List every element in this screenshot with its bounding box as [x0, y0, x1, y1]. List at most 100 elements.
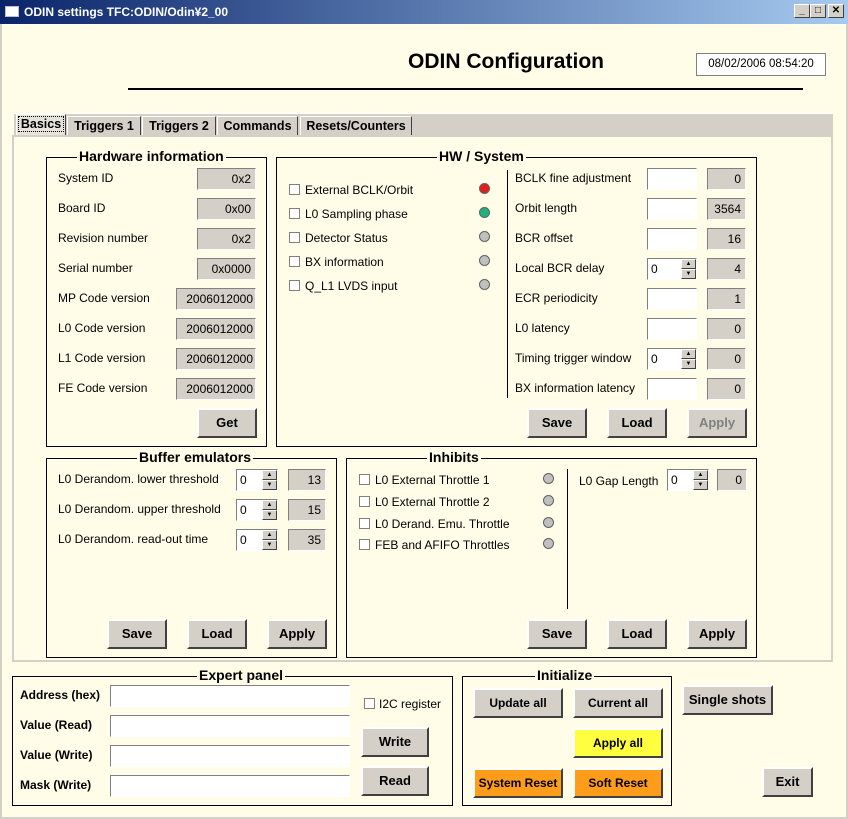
- tab-basics[interactable]: Basics: [16, 114, 66, 136]
- spinner-up-icon[interactable]: ▲: [693, 470, 708, 480]
- spinner-down-icon[interactable]: ▼: [693, 480, 708, 490]
- hw-system-save-button[interactable]: Save: [527, 408, 587, 438]
- status-led: [479, 231, 490, 242]
- ecr-periodicity-input[interactable]: [647, 288, 697, 310]
- timing-trigger-window-spinner[interactable]: 0 ▲ ▼: [647, 348, 697, 370]
- spinner-up-icon[interactable]: ▲: [262, 470, 277, 480]
- status-led: [479, 279, 490, 290]
- l0-external-throttle-1-label: L0 External Throttle 1: [375, 473, 490, 487]
- status-led: [543, 473, 554, 484]
- tab-resets-counters[interactable]: Resets/Counters: [300, 116, 412, 136]
- value-read-input[interactable]: [110, 715, 350, 737]
- system-reset-button[interactable]: System Reset: [473, 768, 563, 798]
- soft-reset-button[interactable]: Soft Reset: [573, 768, 663, 798]
- value-read-label: Value (Read): [20, 718, 93, 732]
- fe-code-version-value: 2006012000: [176, 378, 256, 400]
- inhibits-load-button[interactable]: Load: [607, 619, 667, 649]
- inhibits-apply-button[interactable]: Apply: [687, 619, 747, 649]
- lower-threshold-spinner[interactable]: 0 ▲ ▼: [236, 469, 278, 491]
- hw-system-group: HW / System External BCLK/Orbit L0 Sampl…: [276, 148, 757, 447]
- l0-sampling-phase-label: L0 Sampling phase: [305, 207, 408, 221]
- spinner-down-icon[interactable]: ▼: [262, 480, 277, 490]
- l0-external-throttle-1-checkbox[interactable]: [359, 474, 370, 485]
- bclk-fine-adjustment-value: 0: [707, 168, 746, 190]
- update-all-button[interactable]: Update all: [473, 688, 563, 718]
- spinner-down-icon[interactable]: ▼: [681, 359, 696, 369]
- ecr-periodicity-label: ECR periodicity: [515, 291, 598, 305]
- bx-information-latency-input[interactable]: [647, 378, 697, 400]
- local-bcr-delay-value: 4: [707, 258, 746, 280]
- spinner-down-icon[interactable]: ▼: [262, 510, 277, 520]
- write-button[interactable]: Write: [361, 727, 429, 757]
- datetime-display: 08/02/2006 08:54:20: [696, 53, 826, 76]
- bx-information-checkbox[interactable]: [289, 256, 300, 267]
- bcr-offset-label: BCR offset: [515, 231, 573, 245]
- tab-commands[interactable]: Commands: [217, 116, 298, 136]
- close-icon[interactable]: ✕: [828, 4, 844, 18]
- upper-threshold-spinner[interactable]: 0 ▲ ▼: [236, 499, 278, 521]
- inhibits-save-button[interactable]: Save: [527, 619, 587, 649]
- external-bclk-orbit-checkbox[interactable]: [289, 184, 300, 195]
- orbit-length-value: 3564: [707, 198, 746, 220]
- value-write-input[interactable]: [110, 745, 350, 767]
- read-button[interactable]: Read: [361, 766, 429, 796]
- spinner-up-icon[interactable]: ▲: [681, 259, 696, 269]
- expert-panel-group: Expert panel Address (hex) Value (Read) …: [12, 667, 453, 806]
- title-bar[interactable]: ODIN settings TFC:ODIN/Odin¥2_00 _ □ ✕: [0, 0, 848, 24]
- fe-code-version-label: FE Code version: [58, 381, 148, 395]
- i2c-register-checkbox[interactable]: [364, 698, 375, 709]
- spinner-up-icon[interactable]: ▲: [262, 530, 277, 540]
- q-l1-lvds-input-checkbox[interactable]: [289, 280, 300, 291]
- detector-status-checkbox[interactable]: [289, 232, 300, 243]
- i2c-register-label: I2C register: [379, 697, 442, 711]
- status-led: [543, 517, 554, 528]
- spinner-up-icon[interactable]: ▲: [262, 500, 277, 510]
- l0-sampling-phase-checkbox[interactable]: [289, 208, 300, 219]
- spinner-up-icon[interactable]: ▲: [681, 349, 696, 359]
- bcr-offset-input[interactable]: [647, 228, 697, 250]
- feb-afifo-throttles-checkbox[interactable]: [359, 539, 370, 550]
- buffer-save-button[interactable]: Save: [107, 619, 167, 649]
- divider: [507, 170, 508, 398]
- minimize-icon[interactable]: _: [794, 4, 810, 18]
- buffer-load-button[interactable]: Load: [187, 619, 247, 649]
- tab-triggers-1[interactable]: Triggers 1: [67, 116, 141, 136]
- tab-triggers-2[interactable]: Triggers 2: [142, 116, 216, 136]
- current-all-button[interactable]: Current all: [573, 688, 663, 718]
- l0-gap-length-spinner[interactable]: 0 ▲ ▼: [667, 469, 709, 491]
- maximize-icon[interactable]: □: [810, 4, 826, 18]
- exit-button[interactable]: Exit: [762, 767, 813, 797]
- read-out-time-value: 35: [288, 529, 326, 551]
- hw-system-apply-button[interactable]: Apply: [687, 408, 747, 438]
- l0-gap-length-value: 0: [717, 469, 747, 491]
- title-divider: [128, 88, 803, 90]
- l0-external-throttle-2-checkbox[interactable]: [359, 496, 370, 507]
- window-title: ODIN settings TFC:ODIN/Odin¥2_00: [24, 5, 229, 19]
- buffer-apply-button[interactable]: Apply: [267, 619, 327, 649]
- board-id-label: Board ID: [58, 201, 106, 215]
- address-hex-input[interactable]: [110, 685, 350, 707]
- l0-latency-input[interactable]: [647, 318, 697, 340]
- bclk-fine-adjustment-input[interactable]: [647, 168, 697, 190]
- serial-number-value: 0x0000: [197, 258, 256, 280]
- spinner-down-icon[interactable]: ▼: [681, 269, 696, 279]
- l0-latency-label: L0 latency: [515, 321, 570, 335]
- mask-write-input[interactable]: [110, 775, 350, 797]
- status-led-red: [479, 183, 490, 194]
- spinner-value: 0: [240, 473, 247, 487]
- l0-derand-emu-throttle-checkbox[interactable]: [359, 518, 370, 529]
- bcr-offset-value: 16: [707, 228, 746, 250]
- orbit-length-input[interactable]: [647, 198, 697, 220]
- apply-all-button[interactable]: Apply all: [573, 728, 663, 758]
- hw-system-load-button[interactable]: Load: [607, 408, 667, 438]
- get-button[interactable]: Get: [197, 408, 257, 438]
- local-bcr-delay-spinner[interactable]: 0 ▲ ▼: [647, 258, 697, 280]
- read-out-time-label: L0 Derandom. read-out time: [58, 532, 209, 546]
- local-bcr-delay-label: Local BCR delay: [515, 261, 605, 275]
- lower-threshold-label: L0 Derandom. lower threshold: [58, 472, 219, 486]
- single-shots-button[interactable]: Single shots: [682, 685, 773, 715]
- spinner-down-icon[interactable]: ▼: [262, 540, 277, 550]
- timing-trigger-window-value: 0: [707, 348, 746, 370]
- q-l1-lvds-input-label: Q_L1 LVDS input: [305, 279, 398, 293]
- read-out-time-spinner[interactable]: 0 ▲ ▼: [236, 529, 278, 551]
